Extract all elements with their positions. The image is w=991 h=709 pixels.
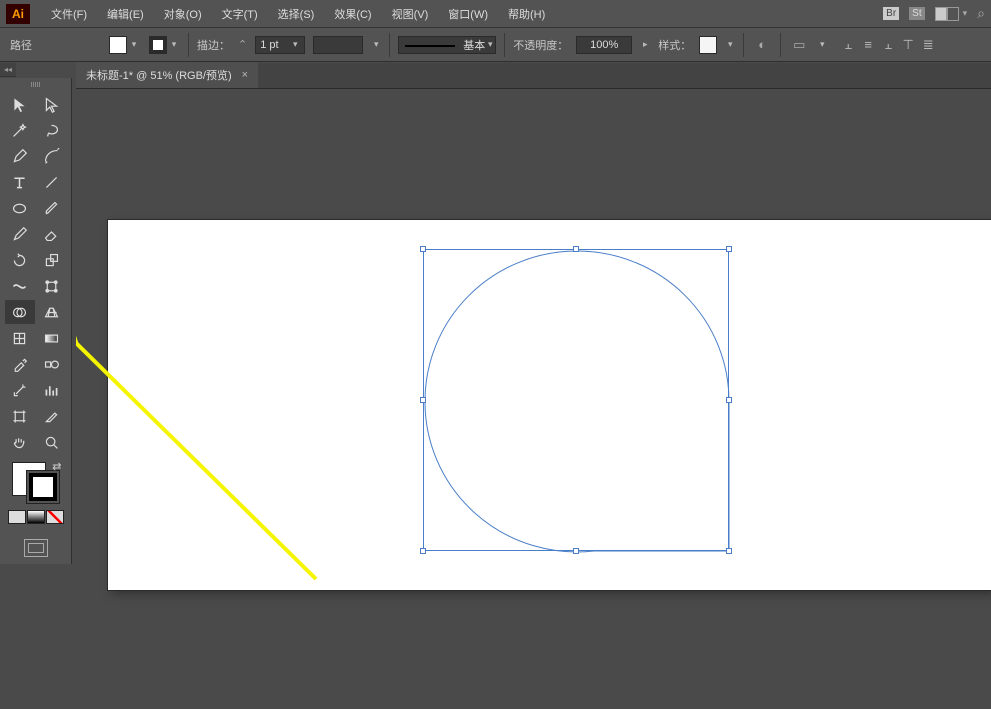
resize-handle-tm[interactable]	[573, 246, 579, 252]
stock-icon[interactable]: St	[909, 7, 924, 20]
paintbrush-tool[interactable]	[37, 196, 67, 220]
line-tool[interactable]	[37, 170, 67, 194]
scale-tool[interactable]	[37, 248, 67, 272]
recolor-icon[interactable]: ◐	[752, 35, 772, 55]
opacity-label: 不透明度：	[513, 37, 568, 53]
resize-handle-bm[interactable]	[573, 548, 579, 554]
resize-handle-ml[interactable]	[420, 397, 426, 403]
menu-effect[interactable]: 效果(C)	[325, 2, 380, 26]
eyedropper-tool[interactable]	[5, 352, 35, 376]
document-tabs: 未标题-1* @ 51% (RGB/预览) ×	[76, 63, 991, 89]
stroke-swatch[interactable]: ▾	[148, 35, 180, 55]
resize-handle-br[interactable]	[726, 548, 732, 554]
width-tool[interactable]	[5, 274, 35, 298]
zoom-tool[interactable]	[37, 430, 67, 454]
menu-file[interactable]: 文件(F)	[42, 2, 96, 26]
align-to-icon[interactable]: ▭	[789, 35, 809, 55]
app-logo: Ai	[6, 4, 30, 24]
stroke-link-icon[interactable]: ⌃	[238, 38, 247, 51]
eraser-tool[interactable]	[37, 222, 67, 246]
fill-swatch[interactable]: ▾	[108, 35, 140, 55]
gradient-tool[interactable]	[37, 326, 67, 350]
menu-window[interactable]: 窗口(W)	[439, 2, 497, 26]
chevron-down-icon[interactable]: ▾	[963, 8, 968, 19]
canvas-area[interactable]	[76, 89, 991, 709]
menu-view[interactable]: 视图(V)	[383, 2, 438, 26]
tool-panel: ⇄	[0, 78, 72, 564]
color-mode-solid[interactable]	[8, 510, 26, 524]
menu-help[interactable]: 帮助(H)	[499, 2, 554, 26]
control-bar: 路径 ▾ ▾ 描边： ⌃ 1 pt▾ ▾ 基本▾ 不透明度： 100% ▸ 样式…	[0, 28, 991, 62]
menu-type[interactable]: 文字(T)	[213, 2, 267, 26]
stroke-label: 描边：	[197, 37, 230, 53]
mesh-tool[interactable]	[5, 326, 35, 350]
menu-edit[interactable]: 编辑(E)	[98, 2, 153, 26]
color-mode-row	[8, 510, 64, 524]
column-graph-tool[interactable]	[37, 378, 67, 402]
bridge-icon[interactable]: Br	[883, 7, 899, 20]
menu-select[interactable]: 选择(S)	[269, 2, 324, 26]
blend-tool[interactable]	[37, 352, 67, 376]
chevron-down-icon[interactable]: ▾	[371, 40, 381, 50]
selection-type-label: 路径	[10, 37, 32, 53]
chevron-down-icon[interactable]: ▸	[640, 40, 650, 50]
brush-definition-select[interactable]: 基本▾	[398, 36, 496, 54]
document-tab[interactable]: 未标题-1* @ 51% (RGB/预览) ×	[76, 62, 258, 88]
perspective-grid-tool[interactable]	[37, 300, 67, 324]
color-mode-gradient[interactable]	[27, 510, 45, 524]
menu-bar: Ai 文件(F) 编辑(E) 对象(O) 文字(T) 选择(S) 效果(C) 视…	[0, 0, 991, 28]
rotate-tool[interactable]	[5, 248, 35, 272]
graphic-style-swatch[interactable]	[699, 36, 717, 54]
stroke-color-swatch[interactable]	[26, 470, 60, 504]
slice-tool[interactable]	[37, 404, 67, 428]
panel-collapse-handle[interactable]: ◂◂	[0, 63, 16, 77]
resize-handle-mr[interactable]	[726, 397, 732, 403]
shape-builder-tool[interactable]	[5, 300, 35, 324]
symbol-sprayer-tool[interactable]	[5, 378, 35, 402]
fill-stroke-toggle[interactable]: ⇄	[8, 460, 64, 506]
lasso-tool[interactable]	[37, 118, 67, 142]
menu-object[interactable]: 对象(O)	[155, 2, 211, 26]
swap-fill-stroke-icon[interactable]: ⇄	[52, 460, 61, 473]
align-hcenter-icon[interactable]: ≡	[859, 36, 877, 54]
document-tab-title: 未标题-1* @ 51% (RGB/预览)	[86, 67, 232, 83]
screen-mode-toggle[interactable]	[21, 536, 51, 560]
free-transform-tool[interactable]	[37, 274, 67, 298]
type-tool[interactable]	[5, 170, 35, 194]
close-tab-icon[interactable]: ×	[242, 69, 248, 81]
arrange-documents-icon[interactable]	[935, 7, 959, 21]
selection-bounding-box[interactable]	[423, 249, 729, 551]
selection-tool[interactable]	[5, 92, 35, 116]
align-top-icon[interactable]: ⊤	[899, 36, 917, 54]
artboard-tool[interactable]	[5, 404, 35, 428]
pencil-tool[interactable]	[5, 222, 35, 246]
artboard[interactable]	[108, 220, 991, 590]
search-icon[interactable]: ⌕	[977, 5, 985, 22]
resize-handle-bl[interactable]	[420, 548, 426, 554]
resize-handle-tr[interactable]	[726, 246, 732, 252]
color-mode-none[interactable]	[46, 510, 64, 524]
magic-wand-tool[interactable]	[5, 118, 35, 142]
pen-tool[interactable]	[5, 144, 35, 168]
hand-tool[interactable]	[5, 430, 35, 454]
opacity-input[interactable]: 100%	[576, 36, 632, 54]
resize-handle-tl[interactable]	[420, 246, 426, 252]
chevron-down-icon[interactable]: ▾	[725, 40, 735, 50]
stroke-profile-select[interactable]	[313, 36, 363, 54]
direct-selection-tool[interactable]	[37, 92, 67, 116]
chevron-down-icon[interactable]: ▾	[817, 40, 827, 50]
stroke-weight-input[interactable]: 1 pt▾	[255, 36, 305, 54]
curvature-tool[interactable]	[37, 144, 67, 168]
align-left-icon[interactable]: ⫠	[839, 36, 857, 54]
align-buttons: ⫠ ≡ ⫠ ⊤ ≣	[839, 36, 937, 54]
panel-grip[interactable]	[21, 82, 51, 88]
ellipse-tool[interactable]	[5, 196, 35, 220]
style-label: 样式：	[658, 37, 691, 53]
align-vcenter-icon[interactable]: ≣	[919, 36, 937, 54]
align-right-icon[interactable]: ⫠	[879, 36, 897, 54]
